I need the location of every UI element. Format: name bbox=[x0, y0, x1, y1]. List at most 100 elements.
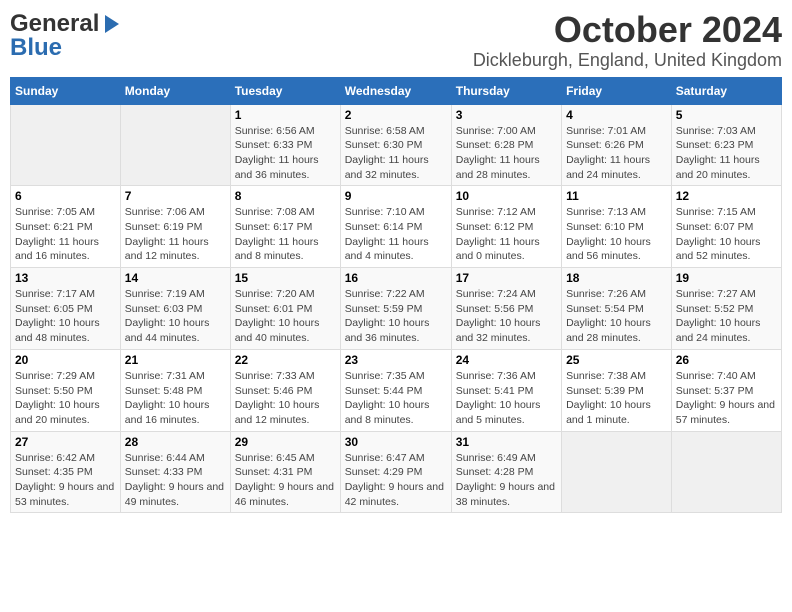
calendar-cell: 5 Sunrise: 7:03 AM Sunset: 6:23 PM Daylig… bbox=[671, 104, 781, 186]
calendar-cell: 29 Sunrise: 6:45 AM Sunset: 4:31 PM Dayli… bbox=[230, 431, 340, 513]
day-info: Sunrise: 7:06 AM Sunset: 6:19 PM Dayligh… bbox=[125, 205, 226, 264]
calendar-table: SundayMondayTuesdayWednesdayThursdayFrid… bbox=[10, 77, 782, 514]
day-info: Sunrise: 7:15 AM Sunset: 6:07 PM Dayligh… bbox=[676, 205, 777, 264]
day-number: 31 bbox=[456, 435, 557, 449]
day-info: Sunrise: 6:44 AM Sunset: 4:33 PM Dayligh… bbox=[125, 451, 226, 510]
calendar-cell: 15 Sunrise: 7:20 AM Sunset: 6:01 PM Dayli… bbox=[230, 268, 340, 350]
day-number: 23 bbox=[345, 353, 447, 367]
day-number: 20 bbox=[15, 353, 116, 367]
day-info: Sunrise: 7:29 AM Sunset: 5:50 PM Dayligh… bbox=[15, 369, 116, 428]
day-number: 6 bbox=[15, 189, 116, 203]
day-number: 13 bbox=[15, 271, 116, 285]
calendar-cell: 30 Sunrise: 6:47 AM Sunset: 4:29 PM Dayli… bbox=[340, 431, 451, 513]
day-info: Sunrise: 7:27 AM Sunset: 5:52 PM Dayligh… bbox=[676, 287, 777, 346]
day-info: Sunrise: 7:22 AM Sunset: 5:59 PM Dayligh… bbox=[345, 287, 447, 346]
day-number: 2 bbox=[345, 108, 447, 122]
day-of-week-monday: Monday bbox=[120, 77, 230, 104]
day-info: Sunrise: 7:40 AM Sunset: 5:37 PM Dayligh… bbox=[676, 369, 777, 428]
day-info: Sunrise: 7:01 AM Sunset: 6:26 PM Dayligh… bbox=[566, 124, 667, 183]
calendar-cell: 2 Sunrise: 6:58 AM Sunset: 6:30 PM Daylig… bbox=[340, 104, 451, 186]
day-info: Sunrise: 6:56 AM Sunset: 6:33 PM Dayligh… bbox=[235, 124, 336, 183]
day-number: 10 bbox=[456, 189, 557, 203]
day-number: 3 bbox=[456, 108, 557, 122]
logo-blue-text: Blue bbox=[10, 34, 62, 62]
calendar-cell: 22 Sunrise: 7:33 AM Sunset: 5:46 PM Dayli… bbox=[230, 349, 340, 431]
calendar-header-row: SundayMondayTuesdayWednesdayThursdayFrid… bbox=[11, 77, 782, 104]
day-number: 11 bbox=[566, 189, 667, 203]
calendar-cell: 3 Sunrise: 7:00 AM Sunset: 6:28 PM Daylig… bbox=[451, 104, 561, 186]
day-info: Sunrise: 7:38 AM Sunset: 5:39 PM Dayligh… bbox=[566, 369, 667, 428]
day-number: 26 bbox=[676, 353, 777, 367]
page-title: October 2024 bbox=[473, 10, 782, 50]
calendar-cell: 12Sunrise: 7:15 AM Sunset: 6:07 PM Dayli… bbox=[671, 186, 781, 268]
calendar-cell: 19 Sunrise: 7:27 AM Sunset: 5:52 PM Dayli… bbox=[671, 268, 781, 350]
calendar-cell: 8 Sunrise: 7:08 AM Sunset: 6:17 PM Daylig… bbox=[230, 186, 340, 268]
day-info: Sunrise: 6:45 AM Sunset: 4:31 PM Dayligh… bbox=[235, 451, 336, 510]
calendar-cell: 17 Sunrise: 7:24 AM Sunset: 5:56 PM Dayli… bbox=[451, 268, 561, 350]
calendar-cell: 25 Sunrise: 7:38 AM Sunset: 5:39 PM Dayli… bbox=[562, 349, 672, 431]
page-subtitle: Dickleburgh, England, United Kingdom bbox=[473, 50, 782, 71]
day-info: Sunrise: 7:00 AM Sunset: 6:28 PM Dayligh… bbox=[456, 124, 557, 183]
day-number: 30 bbox=[345, 435, 447, 449]
day-info: Sunrise: 6:58 AM Sunset: 6:30 PM Dayligh… bbox=[345, 124, 447, 183]
day-info: Sunrise: 7:19 AM Sunset: 6:03 PM Dayligh… bbox=[125, 287, 226, 346]
calendar-cell: 7Sunrise: 7:06 AM Sunset: 6:19 PM Daylig… bbox=[120, 186, 230, 268]
day-number: 15 bbox=[235, 271, 336, 285]
week-row-5: 27 Sunrise: 6:42 AM Sunset: 4:35 PM Dayli… bbox=[11, 431, 782, 513]
calendar-cell: 28 Sunrise: 6:44 AM Sunset: 4:33 PM Dayli… bbox=[120, 431, 230, 513]
day-info: Sunrise: 7:12 AM Sunset: 6:12 PM Dayligh… bbox=[456, 205, 557, 264]
day-info: Sunrise: 7:08 AM Sunset: 6:17 PM Dayligh… bbox=[235, 205, 336, 264]
calendar-cell: 24 Sunrise: 7:36 AM Sunset: 5:41 PM Dayli… bbox=[451, 349, 561, 431]
day-number: 17 bbox=[456, 271, 557, 285]
day-info: Sunrise: 7:05 AM Sunset: 6:21 PM Dayligh… bbox=[15, 205, 116, 264]
day-number: 22 bbox=[235, 353, 336, 367]
calendar-cell: 13 Sunrise: 7:17 AM Sunset: 6:05 PM Dayli… bbox=[11, 268, 121, 350]
week-row-3: 13 Sunrise: 7:17 AM Sunset: 6:05 PM Dayli… bbox=[11, 268, 782, 350]
day-number: 19 bbox=[676, 271, 777, 285]
day-info: Sunrise: 6:47 AM Sunset: 4:29 PM Dayligh… bbox=[345, 451, 447, 510]
day-info: Sunrise: 7:35 AM Sunset: 5:44 PM Dayligh… bbox=[345, 369, 447, 428]
day-info: Sunrise: 7:10 AM Sunset: 6:14 PM Dayligh… bbox=[345, 205, 447, 264]
calendar-cell: 10 Sunrise: 7:12 AM Sunset: 6:12 PM Dayli… bbox=[451, 186, 561, 268]
day-number: 27 bbox=[15, 435, 116, 449]
day-number: 1 bbox=[235, 108, 336, 122]
day-of-week-friday: Friday bbox=[562, 77, 672, 104]
day-number: 8 bbox=[235, 189, 336, 203]
calendar-cell: 20 Sunrise: 7:29 AM Sunset: 5:50 PM Dayli… bbox=[11, 349, 121, 431]
calendar-cell: 26 Sunrise: 7:40 AM Sunset: 5:37 PM Dayli… bbox=[671, 349, 781, 431]
day-number: 14 bbox=[125, 271, 226, 285]
title-block: October 2024 Dickleburgh, England, Unite… bbox=[473, 10, 782, 71]
day-number: 18 bbox=[566, 271, 667, 285]
day-number: 24 bbox=[456, 353, 557, 367]
week-row-1: 1 Sunrise: 6:56 AM Sunset: 6:33 PM Daylig… bbox=[11, 104, 782, 186]
calendar-cell: 6 Sunrise: 7:05 AM Sunset: 6:21 PM Daylig… bbox=[11, 186, 121, 268]
day-info: Sunrise: 7:20 AM Sunset: 6:01 PM Dayligh… bbox=[235, 287, 336, 346]
day-number: 9 bbox=[345, 189, 447, 203]
day-of-week-tuesday: Tuesday bbox=[230, 77, 340, 104]
day-number: 28 bbox=[125, 435, 226, 449]
day-number: 5 bbox=[676, 108, 777, 122]
calendar-cell bbox=[671, 431, 781, 513]
day-info: Sunrise: 7:36 AM Sunset: 5:41 PM Dayligh… bbox=[456, 369, 557, 428]
calendar-cell: 21Sunrise: 7:31 AM Sunset: 5:48 PM Dayli… bbox=[120, 349, 230, 431]
day-number: 25 bbox=[566, 353, 667, 367]
day-info: Sunrise: 6:42 AM Sunset: 4:35 PM Dayligh… bbox=[15, 451, 116, 510]
day-info: Sunrise: 7:33 AM Sunset: 5:46 PM Dayligh… bbox=[235, 369, 336, 428]
calendar-cell bbox=[11, 104, 121, 186]
logo: General Blue bbox=[10, 10, 123, 62]
calendar-cell: 31 Sunrise: 6:49 AM Sunset: 4:28 PM Dayli… bbox=[451, 431, 561, 513]
calendar-cell: 4Sunrise: 7:01 AM Sunset: 6:26 PM Daylig… bbox=[562, 104, 672, 186]
day-info: Sunrise: 7:31 AM Sunset: 5:48 PM Dayligh… bbox=[125, 369, 226, 428]
calendar-cell: 11Sunrise: 7:13 AM Sunset: 6:10 PM Dayli… bbox=[562, 186, 672, 268]
calendar-cell: 18Sunrise: 7:26 AM Sunset: 5:54 PM Dayli… bbox=[562, 268, 672, 350]
day-number: 29 bbox=[235, 435, 336, 449]
day-of-week-thursday: Thursday bbox=[451, 77, 561, 104]
calendar-cell: 9 Sunrise: 7:10 AM Sunset: 6:14 PM Daylig… bbox=[340, 186, 451, 268]
day-info: Sunrise: 7:03 AM Sunset: 6:23 PM Dayligh… bbox=[676, 124, 777, 183]
day-info: Sunrise: 7:17 AM Sunset: 6:05 PM Dayligh… bbox=[15, 287, 116, 346]
calendar-cell: 27 Sunrise: 6:42 AM Sunset: 4:35 PM Dayli… bbox=[11, 431, 121, 513]
day-of-week-wednesday: Wednesday bbox=[340, 77, 451, 104]
day-info: Sunrise: 6:49 AM Sunset: 4:28 PM Dayligh… bbox=[456, 451, 557, 510]
day-info: Sunrise: 7:24 AM Sunset: 5:56 PM Dayligh… bbox=[456, 287, 557, 346]
calendar-cell bbox=[120, 104, 230, 186]
